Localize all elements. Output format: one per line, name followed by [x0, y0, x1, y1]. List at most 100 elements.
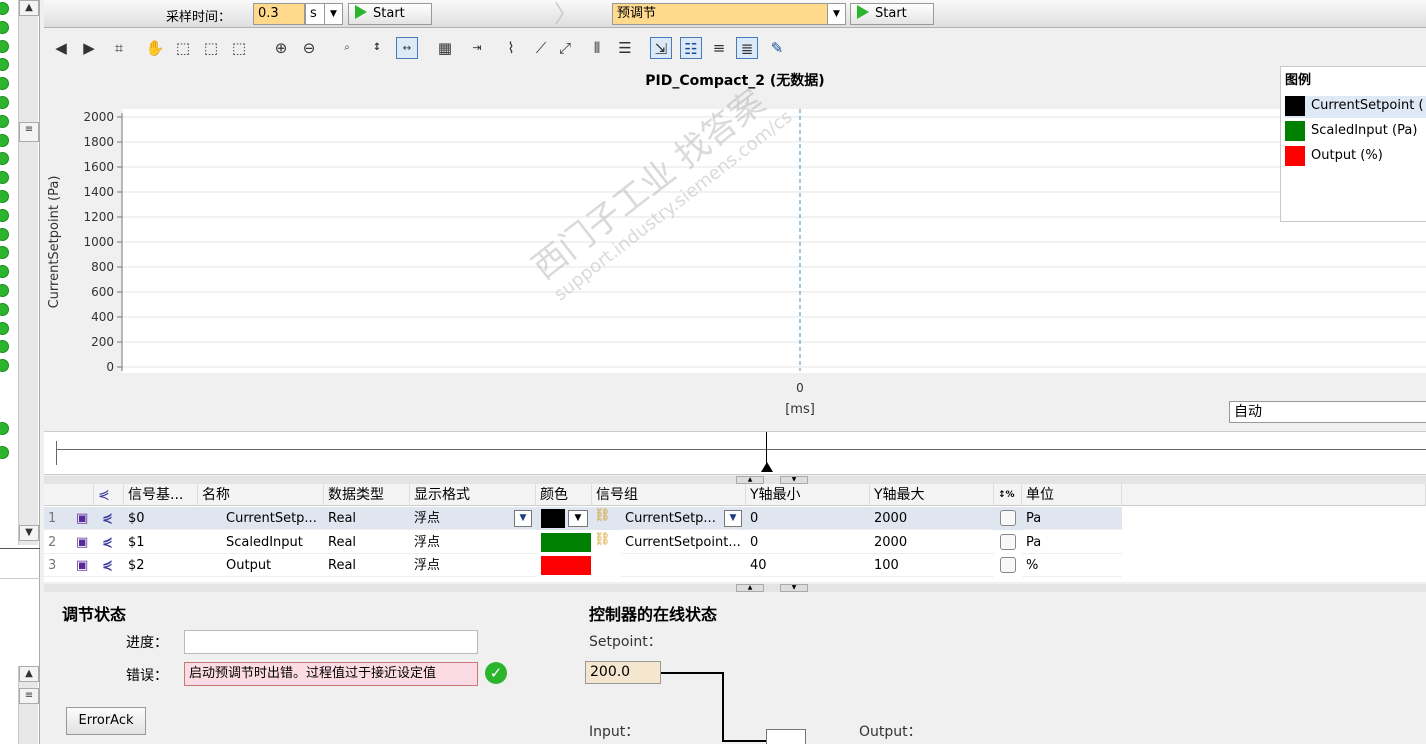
color-swatch[interactable]: [541, 532, 591, 552]
color-swatch[interactable]: [541, 556, 591, 575]
splitter-down-icon[interactable]: ▼: [780, 584, 808, 592]
zoom-100-icon[interactable]: ⌕: [336, 37, 358, 59]
pen-icon[interactable]: ✎: [766, 37, 788, 59]
left-scrollbar[interactable]: ▲ ≡ ▼: [18, 0, 39, 545]
splitter[interactable]: ▲ ▼: [44, 476, 1426, 484]
left-scrollbar-lower[interactable]: ▲ ≡: [18, 666, 39, 744]
legend-item[interactable]: CurrentSetpoint (: [1285, 96, 1426, 118]
chevron-down-icon[interactable]: ▼: [514, 510, 532, 527]
overview-timeline[interactable]: [44, 431, 1426, 475]
scroll-up-icon[interactable]: ▲: [19, 666, 39, 682]
zoom-history-icon[interactable]: ⌗: [108, 37, 130, 59]
cell-group[interactable]: CurrentSetpoint...: [621, 531, 746, 554]
legend-item[interactable]: ScaledInput (Pa): [1285, 121, 1426, 143]
align-right-icon[interactable]: ≣: [736, 37, 758, 59]
col-header-fmt[interactable]: 显示格式: [410, 484, 536, 506]
signal-link-icon[interactable]: ⋞: [98, 507, 124, 530]
start-button-tuning[interactable]: Start: [850, 3, 934, 25]
zoom-in-icon[interactable]: ⊕: [270, 37, 292, 59]
start-button-sampling[interactable]: Start: [348, 3, 432, 25]
x-100-icon[interactable]: ↔: [396, 37, 418, 59]
col-header-unit[interactable]: 单位: [1022, 484, 1122, 506]
signal-link-icon[interactable]: ⋞: [98, 531, 124, 554]
signal-type-icon[interactable]: ▣: [72, 531, 98, 554]
scroll-grip-icon[interactable]: ≡: [19, 122, 39, 142]
cell-ymax[interactable]: 100: [870, 554, 994, 577]
y-100-icon[interactable]: ↕: [366, 37, 388, 59]
signal-link-icon[interactable]: ⋞: [98, 554, 124, 577]
scroll-down-icon[interactable]: ▼: [19, 525, 39, 541]
cell-group[interactable]: [621, 554, 746, 577]
col-header-sig[interactable]: 信号基...: [124, 484, 198, 506]
horizontal-split-icon[interactable]: ☰: [614, 37, 636, 59]
signal-type-icon[interactable]: ▣: [72, 554, 98, 577]
splitter-up-icon[interactable]: ▲: [736, 476, 764, 484]
align-left-icon[interactable]: ≡: [708, 37, 730, 59]
scroll-up-icon[interactable]: ▲: [19, 0, 39, 16]
display-mode-select[interactable]: 自动: [1229, 401, 1426, 423]
cell-fmt[interactable]: 浮点: [410, 531, 536, 554]
zoom-rect-icon[interactable]: ⬚: [172, 37, 194, 59]
sample-time-input[interactable]: 0.3: [253, 3, 305, 25]
back-icon[interactable]: ◀: [50, 37, 72, 59]
zoom-y-icon[interactable]: ⬚: [228, 37, 250, 59]
cursor-handle-icon[interactable]: [761, 462, 773, 472]
zoom-x-icon[interactable]: ⬚: [200, 37, 222, 59]
col-header-ymax[interactable]: Y轴最大: [870, 484, 994, 506]
cell-unit[interactable]: %: [1022, 554, 1122, 577]
cell-name[interactable]: Output: [198, 554, 324, 577]
measure-icon[interactable]: ⌇: [500, 37, 522, 59]
table-row[interactable]: 1 ▣ ⋞ $0 CurrentSetp... Real 浮点 0 2000 Pa ▼ ▼ ⛓ Curre…: [44, 507, 1122, 530]
table-row[interactable]: 3 ▣ ⋞ $2 Output Real 浮点 40 100%: [44, 554, 1122, 577]
legend-item[interactable]: Output (%): [1285, 146, 1426, 168]
cell-name[interactable]: ScaledInput: [198, 531, 324, 554]
col-header-dtype[interactable]: 数据类型: [324, 484, 410, 506]
sample-unit-select[interactable]: s ▼: [305, 3, 343, 25]
vertical-split-icon[interactable]: ⫴: [586, 37, 608, 59]
col-header-ymin[interactable]: Y轴最小: [746, 484, 870, 506]
trend-icon[interactable]: ⟋: [530, 37, 552, 59]
cell-dtype[interactable]: Real: [324, 554, 410, 577]
pan-hand-icon[interactable]: ✋: [144, 37, 166, 59]
cell-fmt[interactable]: 浮点: [410, 554, 536, 577]
y100-checkbox[interactable]: [1000, 557, 1016, 573]
export-icon[interactable]: ⇲: [650, 37, 672, 59]
tuning-mode-select[interactable]: 预调节 ▼: [612, 3, 846, 25]
error-ack-button[interactable]: ErrorAck: [66, 707, 146, 735]
cell-dtype[interactable]: Real: [324, 507, 410, 530]
cell-ymax[interactable]: 2000: [870, 507, 994, 530]
col-header-name[interactable]: 名称: [198, 484, 324, 506]
legend-icon[interactable]: ☷: [680, 37, 702, 59]
zoom-out-icon[interactable]: ⊖: [298, 37, 320, 59]
signal-icon[interactable]: ⤢: [554, 37, 576, 59]
time-cursor-icon[interactable]: ⇥: [466, 37, 488, 59]
chevron-down-icon[interactable]: ▼: [324, 4, 342, 24]
cell-ymin[interactable]: 0: [746, 507, 870, 530]
scroll-grip-icon[interactable]: ≡: [19, 688, 39, 704]
cell-ymin[interactable]: 40: [746, 554, 870, 577]
cell-sig[interactable]: $1: [124, 531, 198, 554]
chevron-down-icon[interactable]: ▼: [724, 510, 742, 527]
timeline-cursor[interactable]: [766, 432, 767, 466]
splitter-up-icon[interactable]: ▲: [736, 584, 764, 592]
y100-checkbox[interactable]: [1000, 533, 1016, 550]
col-header-color[interactable]: 颜色: [536, 484, 592, 506]
splitter-down-icon[interactable]: ▼: [780, 476, 808, 484]
col-header-group[interactable]: 信号组: [592, 484, 746, 506]
cell-unit[interactable]: Pa: [1022, 507, 1122, 530]
signal-type-icon[interactable]: ▣: [72, 507, 98, 530]
color-swatch[interactable]: [541, 509, 565, 528]
show-all-icon[interactable]: ▦: [434, 37, 456, 59]
cell-unit[interactable]: Pa: [1022, 531, 1122, 554]
cell-group[interactable]: CurrentSetp...: [621, 507, 741, 530]
splitter[interactable]: ▲ ▼: [44, 584, 1426, 592]
cell-sig[interactable]: $0: [124, 507, 198, 530]
cell-ymax[interactable]: 2000: [870, 531, 994, 554]
cell-dtype[interactable]: Real: [324, 531, 410, 554]
forward-icon[interactable]: ▶: [78, 37, 100, 59]
cell-ymin[interactable]: 0: [746, 531, 870, 554]
cell-sig[interactable]: $2: [124, 554, 198, 577]
y100-checkbox[interactable]: [1000, 510, 1016, 526]
chevron-down-icon[interactable]: ▼: [827, 4, 845, 24]
table-row[interactable]: 2 ▣ ⋞ $1 ScaledInput Real 浮点 0 2000 Pa ⛓ CurrentSet…: [44, 530, 1122, 554]
